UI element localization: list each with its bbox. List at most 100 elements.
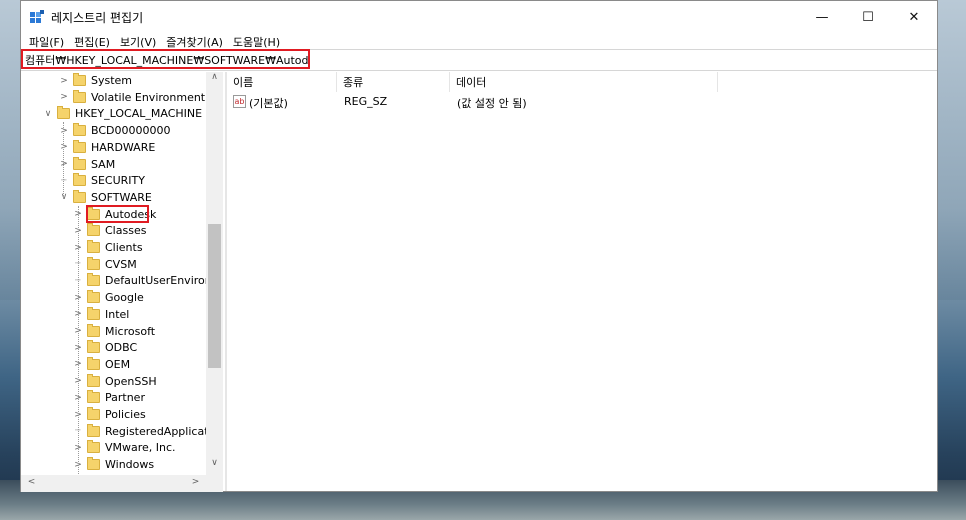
- scroll-up-arrow-icon[interactable]: ∧: [206, 72, 223, 82]
- tree-item-label: SAM: [91, 157, 116, 171]
- chevron-down-icon[interactable]: ∨: [59, 189, 69, 206]
- address-bar[interactable]: 컴퓨터₩HKEY_LOCAL_MACHINE₩SOFTWARE₩Autodesk: [21, 49, 937, 71]
- tree-item[interactable]: ┈ DefaultUserEnvironn: [73, 272, 219, 289]
- tree-item[interactable]: > HARDWARE: [59, 139, 155, 156]
- values-list-pane[interactable]: 이름 종류 데이터 ab (기본값) REG_SZ (값 설정 안 됨): [227, 72, 937, 491]
- tree-item-label: Classes: [105, 224, 147, 238]
- tree-item[interactable]: > OEM: [73, 356, 130, 373]
- tree-item-label: CVSM: [105, 257, 137, 271]
- tree-item[interactable]: > Policies: [73, 406, 146, 423]
- tree-item-label: System: [91, 74, 133, 87]
- tree-item[interactable]: ∨ HKEY_LOCAL_MACHINE: [43, 105, 202, 122]
- menu-edit[interactable]: 편집(E): [70, 33, 116, 49]
- chevron-right-icon[interactable]: >: [59, 72, 69, 89]
- folder-icon: [87, 440, 100, 454]
- menu-bar: 파일(F) 편집(E) 보기(V) 즐겨찾기(A) 도움말(H): [21, 33, 937, 49]
- tree-item[interactable]: > ODBC: [73, 339, 137, 356]
- tree-item[interactable]: ∨ SOFTWARE: [59, 189, 152, 206]
- minimize-button[interactable]: —: [799, 1, 845, 33]
- folder-icon: [73, 173, 86, 187]
- folder-icon: [87, 323, 100, 337]
- chevron-right-icon[interactable]: >: [59, 156, 69, 173]
- tree-item[interactable]: > Windows: [73, 456, 154, 473]
- tree-item-label: Partner: [105, 391, 145, 405]
- folder-icon: [87, 223, 100, 237]
- tree-item-label: OpenSSH: [105, 374, 157, 388]
- folder-icon: [87, 356, 100, 370]
- tree-item-label: Volatile Environment: [91, 90, 206, 104]
- folder-icon: [73, 89, 86, 103]
- menu-help[interactable]: 도움말(H): [229, 33, 286, 49]
- column-header-data[interactable]: 데이터: [450, 72, 718, 92]
- window-title: 레지스트리 편집기: [51, 11, 144, 25]
- folder-icon: [87, 457, 100, 471]
- close-button[interactable]: ✕: [891, 1, 937, 33]
- scroll-right-arrow-icon[interactable]: >: [187, 477, 204, 487]
- folder-icon: [57, 106, 70, 120]
- tree-item[interactable]: > Classes: [73, 222, 146, 239]
- folder-icon: [87, 373, 100, 387]
- folder-icon: [73, 73, 86, 86]
- tree-item-label: DefaultUserEnvironn: [105, 274, 219, 288]
- chevron-right-icon[interactable]: >: [59, 139, 69, 156]
- tree-item-label: Windows: [105, 458, 155, 472]
- folder-icon: [87, 390, 100, 404]
- chevron-down-icon[interactable]: ∨: [43, 105, 53, 122]
- scroll-down-arrow-icon[interactable]: ∨: [206, 458, 223, 468]
- tree-item-label: HARDWARE: [91, 140, 156, 154]
- scroll-left-arrow-icon[interactable]: <: [23, 477, 40, 487]
- tree-item-label: OEM: [105, 357, 131, 371]
- tree-item[interactable]: > SAM: [59, 156, 115, 173]
- tree-item-label: BCD00000000: [91, 124, 171, 138]
- value-type: REG_SZ: [344, 95, 388, 108]
- maximize-button[interactable]: ☐: [845, 1, 891, 33]
- tree-item[interactable]: ┈ SECURITY: [59, 172, 145, 189]
- value-name: (기본값): [249, 97, 288, 110]
- tree-vertical-scrollbar[interactable]: ∧ ∨: [206, 72, 223, 475]
- folder-icon: [87, 340, 100, 354]
- column-header-type[interactable]: 종류: [337, 72, 450, 92]
- tree-item-label: ODBC: [105, 341, 138, 355]
- menu-view[interactable]: 보기(V): [116, 33, 162, 49]
- tree-item-label: HKEY_LOCAL_MACHINE: [75, 107, 203, 121]
- tree-scroll-thumb[interactable]: [208, 224, 221, 368]
- tree-item[interactable]: > Microsoft: [73, 323, 155, 340]
- folder-icon: [87, 273, 100, 287]
- tree-item-label: Intel: [105, 307, 130, 321]
- selected-key-highlight: [86, 204, 149, 223]
- tree-guide-line: [78, 206, 79, 491]
- tree-item[interactable]: > VMware, Inc.: [73, 439, 176, 456]
- tree-item-label: Policies: [105, 408, 146, 421]
- menu-favorites[interactable]: 즐겨찾기(A): [162, 33, 229, 49]
- folder-icon: [73, 139, 86, 153]
- tree-item-label: SECURITY: [91, 174, 145, 188]
- menu-file[interactable]: 파일(F): [25, 33, 70, 49]
- tree-item[interactable]: ┈ RegisteredApplicatic: [73, 423, 218, 440]
- chevron-right-icon[interactable]: >: [59, 122, 69, 139]
- tree-item[interactable]: > Intel: [73, 306, 129, 323]
- title-bar[interactable]: 레지스트리 편집기 — ☐ ✕: [21, 1, 937, 33]
- address-path[interactable]: 컴퓨터₩HKEY_LOCAL_MACHINE₩SOFTWARE₩Autodesk: [21, 49, 310, 69]
- key-tree-pane[interactable]: > System > Volatile Environment ∨ HKEY_LOCAL_…: [21, 72, 223, 491]
- folder-icon: [87, 290, 100, 304]
- tree-item[interactable]: ┈ CVSM: [73, 256, 137, 273]
- tree-item[interactable]: > BCD00000000: [59, 122, 171, 139]
- regedit-window: 레지스트리 편집기 — ☐ ✕ 파일(F) 편집(E) 보기(V) 즐겨찾기(A…: [20, 0, 938, 492]
- tree-item[interactable]: > Clients: [73, 239, 143, 256]
- tree-horizontal-scrollbar[interactable]: < >: [21, 475, 223, 492]
- tree-item[interactable]: > Google: [73, 289, 144, 306]
- folder-icon: [87, 240, 100, 253]
- chevron-right-icon[interactable]: >: [59, 89, 69, 106]
- regedit-app-icon: [30, 10, 44, 23]
- tree-item[interactable]: > Volatile Environment: [59, 89, 205, 106]
- tree-connector: ┈: [61, 175, 67, 186]
- tree-item[interactable]: > OpenSSH: [73, 373, 157, 390]
- tree-item-label: SOFTWARE: [91, 190, 152, 204]
- value-row[interactable]: ab (기본값) REG_SZ (값 설정 안 됨): [227, 94, 937, 111]
- window-controls: — ☐ ✕: [799, 1, 937, 33]
- tree-item[interactable]: > Partner: [73, 389, 145, 406]
- column-header-name[interactable]: 이름: [227, 72, 337, 92]
- folder-icon: [87, 407, 100, 420]
- folder-icon: [73, 123, 86, 137]
- tree-item[interactable]: > System: [59, 72, 132, 89]
